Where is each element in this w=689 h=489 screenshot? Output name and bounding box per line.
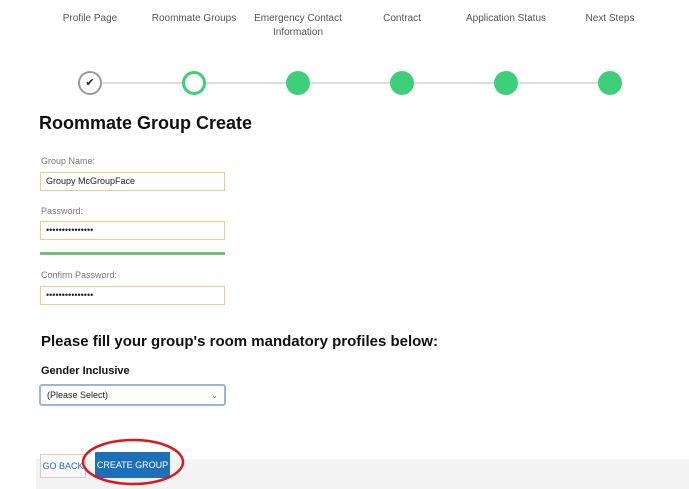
step-dot-next-steps[interactable] <box>598 71 622 95</box>
page-title: Roommate Group Create <box>39 113 253 133</box>
profiles-heading: Please fill your group's room mandatory … <box>41 333 438 350</box>
step-dot-application-status[interactable] <box>494 71 518 95</box>
stepper-track <box>90 82 606 84</box>
step-label-roommate-groups[interactable]: Roommate Groups <box>139 12 249 26</box>
step-label-emergency-contact[interactable]: Emergency Contact Information <box>243 12 353 40</box>
step-dot-roommate-groups[interactable] <box>182 71 206 95</box>
step-dot-contract[interactable] <box>390 71 414 95</box>
step-label-profile-page[interactable]: Profile Page <box>35 12 145 26</box>
confirm-password-input[interactable]: ••••••••••••••• <box>40 286 225 305</box>
step-label-application-status[interactable]: Application Status <box>451 12 561 26</box>
chevron-down-icon: ⌄ <box>211 390 218 400</box>
check-icon: ✔ <box>85 76 95 89</box>
step-dot-emergency-contact[interactable] <box>286 71 310 95</box>
password-label: Password: <box>41 206 84 216</box>
confirm-password-label: Confirm Password: <box>41 270 118 280</box>
gender-inclusive-select[interactable]: (Please Select) ⌄ <box>39 384 226 406</box>
gender-inclusive-selected-value: (Please Select) <box>47 390 109 400</box>
gender-inclusive-label: Gender Inclusive <box>41 365 130 377</box>
password-strength-bar <box>40 252 225 255</box>
annotation-circle <box>81 438 185 486</box>
step-label-contract[interactable]: Contract <box>347 12 457 26</box>
group-name-label: Group Name: <box>41 156 96 166</box>
step-dot-profile-page[interactable]: ✔ <box>78 71 102 95</box>
step-label-next-steps[interactable]: Next Steps <box>555 12 665 26</box>
group-name-input[interactable]: Groupy McGroupFace <box>40 172 225 191</box>
password-input[interactable]: ••••••••••••••• <box>40 221 225 240</box>
